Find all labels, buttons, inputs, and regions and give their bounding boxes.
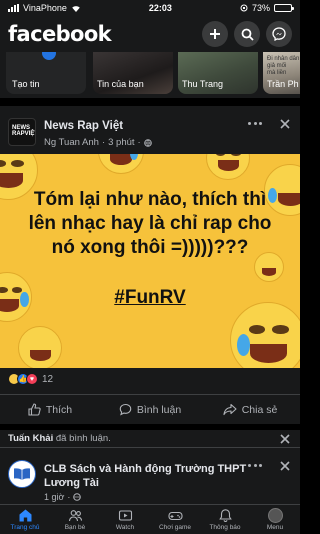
story-thumb-text: Đi nhân dân giả mối mà liền <box>267 56 300 76</box>
reaction-count: 12 <box>42 373 54 385</box>
menu-avatar <box>267 508 283 523</box>
nav-label: Bạn bè <box>64 524 86 531</box>
post-header: NEWS RAPVIỆT News Rap Việt Ng Tuan Anh ·… <box>0 106 300 154</box>
activity-text: Tuấn Khải đã bình luận. <box>8 433 111 444</box>
post-meta: Ng Tuan Anh · 3 phút · <box>44 137 152 148</box>
battery-icon <box>273 4 294 12</box>
more-options-icon[interactable] <box>248 464 262 468</box>
page-avatar[interactable]: NEWS RAPVIỆT <box>8 118 36 146</box>
post-author[interactable]: Ng Tuan Anh <box>44 137 99 148</box>
nav-menu[interactable]: Menu <box>250 505 300 534</box>
friends-icon <box>68 510 82 522</box>
top-bar: facebook <box>0 16 300 52</box>
gaming-icon <box>167 511 183 521</box>
nav-label: Watch <box>115 524 135 531</box>
nav-friends[interactable]: Bạn bè <box>50 505 100 534</box>
reaction-summary[interactable]: 👍 ♥ 12 <box>8 372 53 386</box>
post-time[interactable]: 1 giờ <box>44 492 64 502</box>
laughing-emoji-icon <box>98 154 144 174</box>
laughing-emoji-icon <box>18 326 62 368</box>
share-label: Chia sẻ <box>241 403 278 416</box>
watch-icon <box>118 510 132 521</box>
feed-divider <box>0 98 300 106</box>
share-icon <box>223 403 237 416</box>
public-globe-icon <box>73 493 82 501</box>
plus-icon <box>210 29 220 39</box>
create-story-plus-icon <box>42 52 56 60</box>
comment-button[interactable]: Bình luận <box>100 395 200 424</box>
home-icon <box>19 509 31 522</box>
battery-percent: 73% <box>251 3 270 13</box>
search-button[interactable] <box>234 21 260 47</box>
signal-icon <box>8 4 19 12</box>
messenger-button[interactable] <box>266 21 292 47</box>
messenger-icon <box>272 27 286 41</box>
story-label: Tạo tin <box>12 79 40 89</box>
nav-label: Trang chủ <box>10 524 40 531</box>
close-icon[interactable] <box>280 434 290 444</box>
status-time: 22:03 <box>148 3 172 13</box>
story-label: Trần Ph <box>267 79 299 89</box>
post-image[interactable]: Tóm lại như nào, thích thì lên nhạc hay … <box>0 154 300 368</box>
post-image-text: Tóm lại như nào, thích thì lên nhạc hay … <box>28 189 272 258</box>
thumbs-up-icon <box>28 403 41 416</box>
nav-watch[interactable]: Watch <box>100 505 150 534</box>
stories-strip: Tạo tin Tin của bạn Thu Trang Đi nhân dâ… <box>0 52 300 98</box>
nav-home[interactable]: Trang chủ <box>0 505 50 534</box>
club-avatar[interactable] <box>8 460 36 488</box>
rotation-lock-icon <box>240 4 248 12</box>
story-create[interactable]: Tạo tin <box>6 52 86 94</box>
story-card[interactable]: Tin của bạn <box>93 52 173 94</box>
post-meta: 1 giờ · <box>44 492 82 502</box>
love-reaction-icon: ♥ <box>26 373 38 385</box>
nav-gaming[interactable]: Chơi game <box>150 505 200 534</box>
feed-post: CLB Sách và Hành động Trường THPT Lương … <box>0 448 300 506</box>
like-button[interactable]: Thích <box>0 395 100 424</box>
feed-post: NEWS RAPVIỆT News Rap Việt Ng Tuan Anh ·… <box>0 106 300 424</box>
story-card[interactable]: Đi nhân dân giả mối mà liền Trần Ph <box>263 52 300 94</box>
nav-label: Menu <box>266 524 284 531</box>
like-label: Thích <box>45 403 73 416</box>
wifi-icon <box>72 6 80 12</box>
story-card[interactable]: Thu Trang <box>178 52 258 94</box>
search-icon <box>241 28 254 41</box>
activity-notice: Tuấn Khải đã bình luận. <box>0 430 300 448</box>
meta-separator: · <box>101 137 106 148</box>
meta-separator: · <box>137 137 141 148</box>
story-label: Thu Trang <box>182 79 224 89</box>
post-hashtag[interactable]: #FunRV <box>0 287 300 309</box>
facebook-logo[interactable]: facebook <box>8 22 112 46</box>
post-page-name[interactable]: News Rap Việt <box>44 120 123 132</box>
laughing-emoji-icon <box>206 154 250 180</box>
activity-action: đã bình luận. <box>55 433 111 444</box>
nav-label: Thông báo <box>209 524 241 531</box>
nav-notifications[interactable]: Thông báo <box>200 505 250 534</box>
bottom-nav: Trang chủ Bạn bè Watch Chơi game Thông b… <box>0 504 300 534</box>
comment-label: Bình luận <box>136 403 182 416</box>
post-time[interactable]: 3 phút <box>108 137 134 148</box>
close-icon[interactable] <box>280 119 290 129</box>
nav-label: Chơi game <box>158 524 192 531</box>
carrier-name: VinaPhone <box>23 3 67 13</box>
more-options-icon[interactable] <box>248 122 262 126</box>
book-logo-icon <box>14 468 30 480</box>
story-label: Tin của bạn <box>97 79 144 89</box>
create-button[interactable] <box>202 21 228 47</box>
bell-icon <box>218 509 232 523</box>
activity-actor[interactable]: Tuấn Khải <box>8 433 53 444</box>
comment-icon <box>119 403 132 416</box>
post-page-name[interactable]: CLB Sách và Hành động Trường THPT Lương … <box>44 462 276 490</box>
close-icon[interactable] <box>280 461 290 471</box>
avatar-text: NEWS RAPVIỆT <box>12 125 36 137</box>
meta-separator: · <box>67 492 71 502</box>
laughing-emoji-icon <box>230 302 300 368</box>
post-actions: Thích Bình luận Chia sẻ <box>0 394 300 424</box>
public-globe-icon <box>143 138 152 147</box>
status-bar: VinaPhone 22:03 73% <box>0 0 300 16</box>
share-button[interactable]: Chia sẻ <box>200 395 300 424</box>
